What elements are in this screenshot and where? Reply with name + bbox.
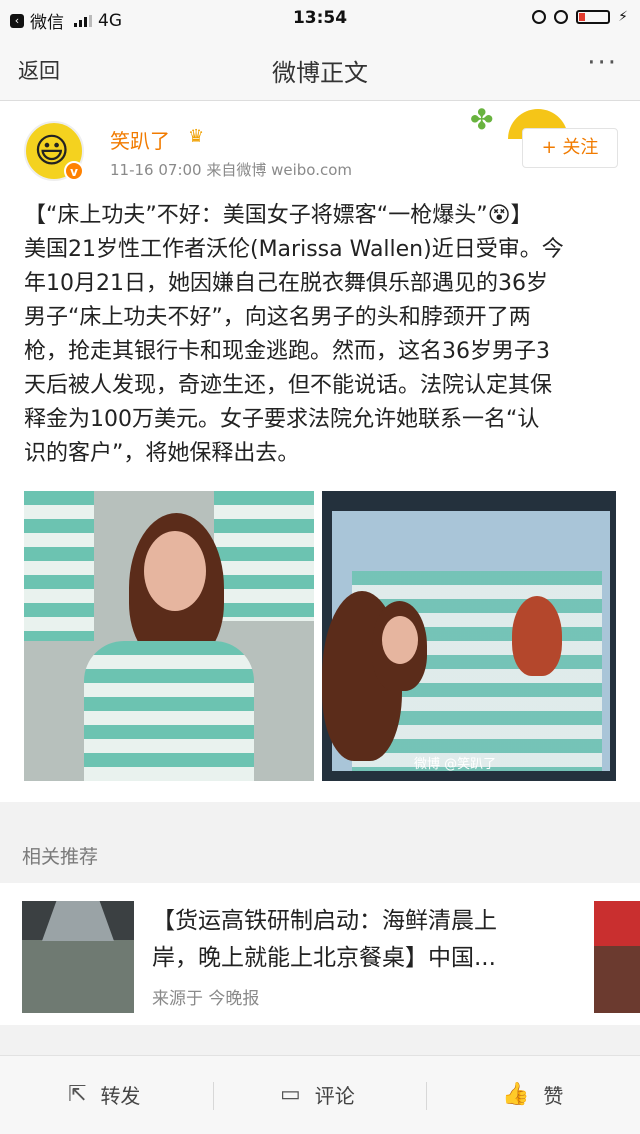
repost-icon: ⇱ (68, 1082, 87, 1107)
username[interactable]: 笑趴了 (110, 125, 170, 154)
striped-uniform (84, 641, 254, 781)
post-text-line: 天后被人发现，奇迹生还，但不能说话。法院认定其保 (24, 373, 553, 398)
comment-icon: ▭ (280, 1082, 301, 1107)
post-text-line: 释金为100万美元。女子要求法院允许她联系一名“认 (24, 407, 540, 432)
status-right: ⚡ (532, 9, 628, 25)
thumbs-up-icon: 👍 (502, 1082, 530, 1107)
battery-icon (576, 10, 611, 24)
post-meta: 11-16 07:00 来自微博 weibo.com (110, 161, 353, 179)
orientation-lock-icon (532, 10, 547, 24)
divider (213, 1082, 214, 1110)
post-text-line: 识的客户”，将她保释出去。 (24, 441, 300, 466)
post-photo-1[interactable] (24, 491, 314, 781)
follow-button[interactable]: + 关注 (522, 128, 618, 168)
post-text-line: 枪，抢走其银行卡和现金逃跑。然而，这名36岁男子3 (24, 339, 550, 364)
fan-decoration-icon: ✤ (470, 103, 494, 136)
repost-button[interactable]: ⇱ 转发 (68, 1080, 140, 1109)
post-text-line: 男子“床上功夫不好”，向这名男子的头和脖颈开了两 (24, 305, 531, 330)
avatar[interactable]: 😃 v (24, 121, 84, 181)
face-shape (382, 616, 418, 664)
charging-icon: ⚡ (618, 9, 628, 25)
post-text-line: 美国21岁性工作者沃伦(Marissa Wallen)近日受审。今 (24, 237, 564, 262)
navigation-bar: 返回 微博正文 ··· (0, 38, 640, 101)
recommend-headline-line: 岸，晚上就能上北京餐桌】中国... (152, 945, 496, 971)
recommend-source: 来源于 今晚报 (152, 989, 260, 1009)
repost-label: 转发 (100, 1084, 141, 1108)
divider (426, 1082, 427, 1110)
bottom-toolbar: ⇱ 转发 ▭ 评论 👍 赞 (0, 1055, 640, 1134)
background-person (214, 491, 314, 621)
like-label: 赞 (543, 1084, 564, 1108)
alarm-icon (554, 10, 569, 24)
post-photo-2[interactable]: 微博 @笑趴了 (322, 491, 616, 781)
recommend-next-thumbnail[interactable] (594, 901, 640, 1013)
recommend-headline-line: 【货运高铁研制启动：海鲜清晨上 (152, 908, 497, 934)
post-text: 【“床上功夫”不好：美国女子将嫖客“一枪爆头”😵】 美国21岁性工作者沃伦(Ma… (24, 199, 618, 471)
recommend-headline[interactable]: 【货运高铁研制启动：海鲜清晨上 岸，晚上就能上北京餐桌】中国... (152, 903, 572, 977)
face-shape (144, 531, 206, 611)
background-person (24, 491, 94, 641)
like-button[interactable]: 👍 赞 (502, 1080, 563, 1109)
recommend-card[interactable]: 【货运高铁研制启动：海鲜清晨上 岸，晚上就能上北京餐桌】中国... 来源于 今晚… (0, 883, 640, 1025)
post-text-line: 【“床上功夫”不好：美国女子将嫖客“一枪爆头”😵】 (24, 203, 533, 228)
more-options-button[interactable]: ··· (587, 48, 618, 78)
recommend-thumbnail[interactable] (22, 901, 134, 1013)
hair-shape (512, 596, 562, 676)
weibo-post: 😃 v 笑趴了 ♛ 11-16 07:00 来自微博 weibo.com ✤ +… (0, 101, 640, 802)
recommend-section-header: 相关推荐 (0, 830, 640, 880)
post-text-line: 年10月21日，她因嫌自己在脱衣舞俱乐部遇见的36岁 (24, 271, 548, 296)
verified-badge-icon: v (64, 161, 84, 181)
status-bar: ‹ 微信 4G 13:54 ⚡ (0, 0, 640, 38)
comment-button[interactable]: ▭ 评论 (280, 1080, 355, 1109)
photo-watermark: 微博 @笑趴了 (414, 757, 497, 772)
comment-label: 评论 (314, 1084, 355, 1108)
page-title: 微博正文 (272, 59, 368, 87)
crown-icon: ♛ (188, 126, 205, 147)
recommend-section-title: 相关推荐 (22, 846, 99, 868)
